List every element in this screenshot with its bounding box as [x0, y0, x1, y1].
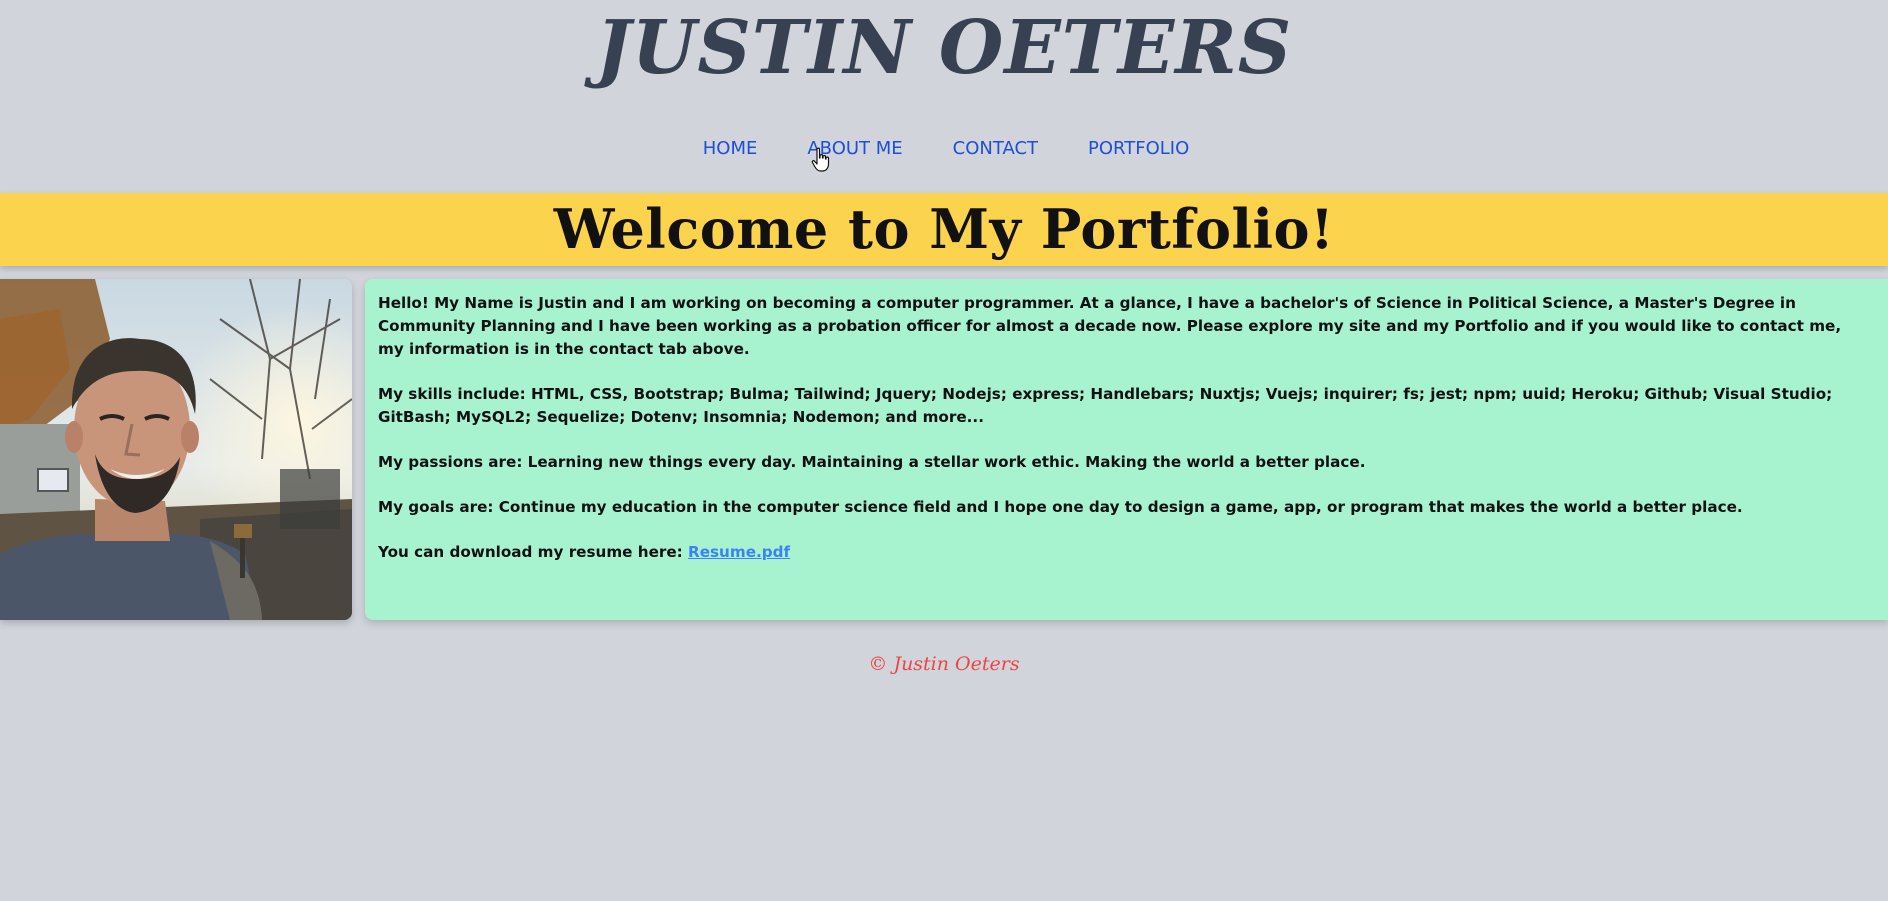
hand-cursor-icon: [811, 147, 830, 172]
nav-home-link[interactable]: HOME: [703, 133, 758, 165]
about-card: Hello! My Name is Justin and I am workin…: [365, 279, 1888, 620]
main-nav: HOME ABOUT ME CONTACT PORTFOLIO: [0, 133, 1888, 165]
nav-portfolio-link[interactable]: PORTFOLIO: [1088, 133, 1189, 165]
nav-contact-link[interactable]: CONTACT: [953, 133, 1038, 165]
portrait-photo-image: [0, 279, 352, 620]
resume-link[interactable]: Resume.pdf: [688, 543, 790, 561]
about-passions: My passions are: Learning new things eve…: [378, 453, 1366, 471]
site-title: JUSTIN OETERS: [595, 5, 1293, 91]
welcome-banner: Welcome to My Portfolio!: [0, 193, 1888, 266]
about-goals: My goals are: Continue my education in t…: [378, 498, 1743, 516]
profile-photo: [0, 279, 352, 620]
resume-line: You can download my resume here: Resume.…: [378, 541, 1864, 564]
about-skills: My skills include: HTML, CSS, Bootstrap;…: [378, 385, 1833, 426]
resume-prefix: You can download my resume here:: [378, 543, 689, 561]
about-intro: Hello! My Name is Justin and I am workin…: [378, 294, 1842, 358]
welcome-heading: Welcome to My Portfolio!: [553, 197, 1335, 261]
footer-copyright: © Justin Oeters: [868, 653, 1020, 675]
